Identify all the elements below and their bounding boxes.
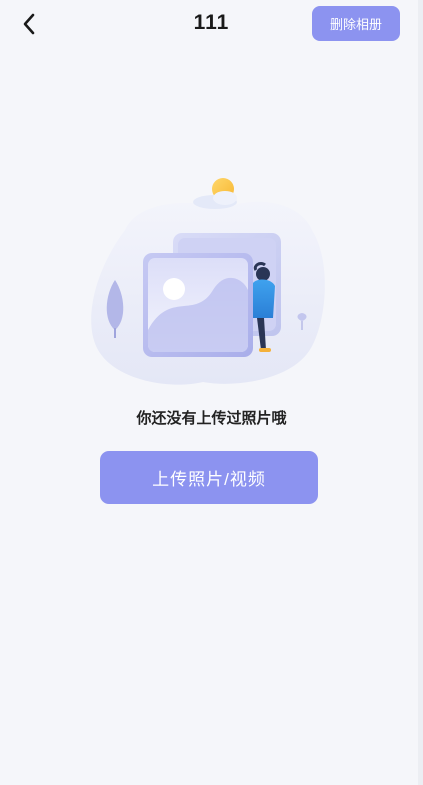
- empty-state-message: 你还没有上传过照片哦: [136, 409, 287, 427]
- empty-photo-album-illustration: [91, 178, 325, 385]
- delete-album-button[interactable]: 删除相册: [312, 6, 400, 41]
- upload-photo-video-button[interactable]: 上传照片/视频: [100, 451, 318, 504]
- album-screen: 111 删除相册 你还没有上传过照片哦 上传照片/视频: [0, 0, 423, 785]
- chevron-left-icon: [23, 13, 35, 35]
- scrollbar-track: [418, 0, 423, 785]
- back-button[interactable]: [14, 9, 44, 39]
